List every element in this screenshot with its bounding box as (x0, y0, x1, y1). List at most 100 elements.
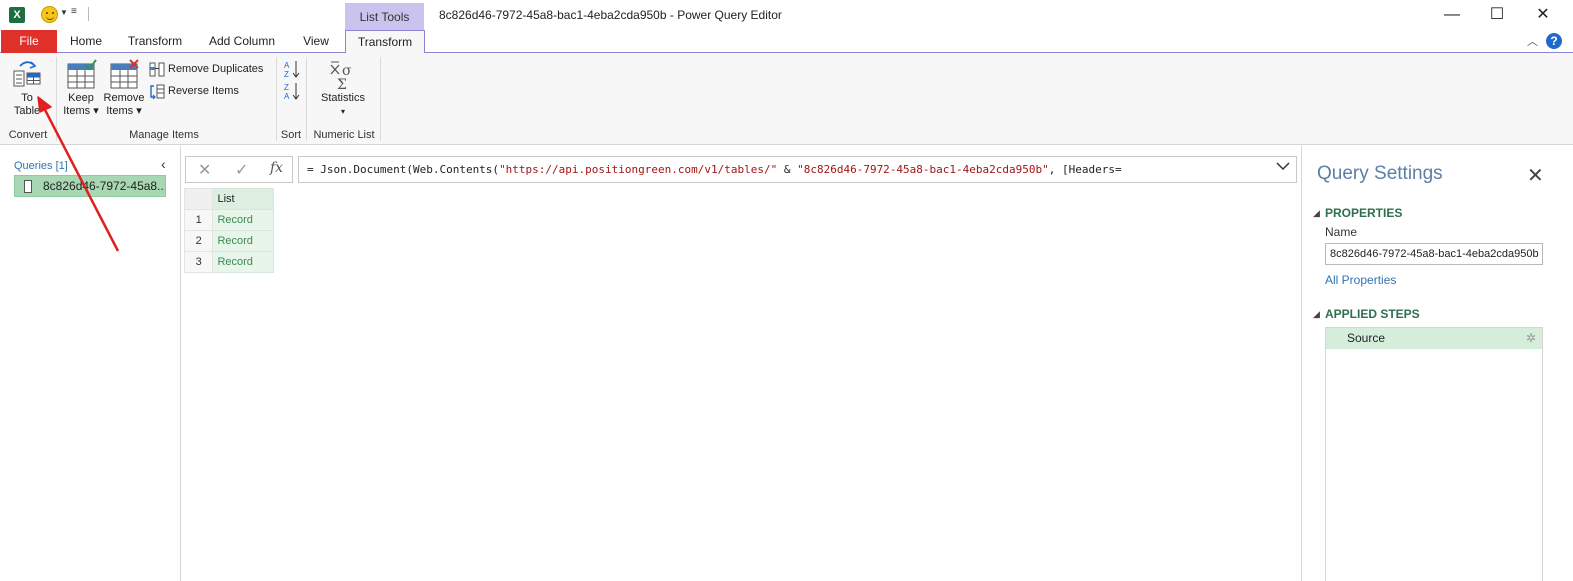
gear-icon[interactable]: ✲ (1526, 328, 1536, 349)
smiley-dropdown-icon[interactable]: ▼ (60, 8, 68, 17)
step-source[interactable]: Source ✲ (1326, 328, 1542, 349)
data-grid: List 1 Record 2 Record 3 Record (183, 188, 274, 273)
tab-file[interactable]: File (1, 30, 57, 53)
group-label-sort: Sort (280, 129, 302, 141)
window-title: 8c826d46-7972-45a8-bac1-4eba2cda950b - P… (439, 8, 782, 22)
svg-text:A: A (284, 92, 290, 101)
statistics-dropdown-icon: ▾ (340, 107, 345, 116)
statistics-button[interactable]: σ Σ Statistics ▾ (316, 59, 370, 118)
remove-items-button[interactable]: Remove Items ▾ (102, 59, 146, 118)
remove-items-label-2: Items ▾ (106, 105, 142, 117)
tab-view[interactable]: View (294, 30, 338, 53)
reverse-items-label: Reverse Items (168, 85, 239, 97)
list-query-icon (24, 180, 32, 193)
confirm-formula-icon[interactable]: ✓ (235, 160, 248, 180)
properties-section-title: PROPERTIES (1325, 206, 1403, 220)
title-bar: X ▼ ≡ List Tools 8c826d46-7972-45a8-bac1… (0, 0, 1573, 31)
queries-pane: Queries [1] ‹ 8c826d46-7972-45a8... (0, 146, 181, 581)
remove-duplicates-button[interactable]: Remove Duplicates (149, 60, 263, 78)
remove-duplicates-icon (149, 62, 165, 77)
queries-header: Queries [1] (14, 160, 68, 172)
query-item[interactable]: 8c826d46-7972-45a8... (14, 175, 166, 197)
svg-text:Z: Z (284, 83, 289, 92)
formula-text: , [Headers= (1048, 163, 1122, 176)
tab-add-column[interactable]: Add Column (201, 30, 283, 53)
collapse-properties-icon[interactable]: ◢ (1313, 208, 1320, 219)
formula-text: & (777, 163, 798, 176)
tab-list-transform[interactable]: Transform (345, 30, 425, 54)
context-tab-list-tools: List Tools (345, 3, 424, 31)
statistics-icon: σ Σ (330, 61, 352, 89)
collapse-queries-icon[interactable]: ‹ (161, 156, 166, 172)
svg-text:A: A (284, 61, 290, 70)
all-properties-link[interactable]: All Properties (1325, 273, 1396, 287)
excel-icon[interactable]: X (9, 7, 25, 23)
query-item-label: 8c826d46-7972-45a8... (43, 179, 166, 193)
group-separator (306, 57, 307, 141)
statistics-label: Statistics (320, 92, 365, 104)
maximize-button[interactable]: ☐ (1482, 5, 1512, 25)
keep-items-label-2: Items ▾ (63, 105, 99, 117)
query-name-input[interactable]: 8c826d46-7972-45a8-bac1-4eba2cda950b (1325, 243, 1543, 265)
keep-items-icon (67, 59, 97, 89)
keep-items-button[interactable]: Keep Items ▾ (60, 59, 102, 118)
sort-descending-button[interactable]: Z A (283, 81, 303, 101)
record-cell[interactable]: Record (212, 251, 274, 273)
cancel-formula-icon[interactable]: ✕ (198, 160, 211, 180)
group-label-numeric-list: Numeric List (313, 129, 375, 141)
group-separator (380, 57, 381, 141)
applied-steps-title: APPLIED STEPS (1325, 307, 1420, 321)
formula-controls: ✕ ✓ fx (185, 156, 293, 183)
formula-id: "8c826d46-7972-45a8-bac1-4eba2cda950b" (797, 163, 1049, 176)
sort-ascending-button[interactable]: A Z (283, 59, 303, 79)
minimize-button[interactable]: — (1437, 5, 1467, 25)
remove-items-label-1: Remove (103, 92, 145, 104)
ribbon-tabs: File Home Transform Add Column View Tran… (0, 30, 1573, 54)
to-table-label-2: Table (13, 105, 41, 117)
help-icon[interactable]: ? (1546, 33, 1562, 49)
record-cell[interactable]: Record (212, 209, 274, 231)
group-separator (276, 57, 277, 141)
to-table-icon (13, 61, 41, 87)
formula-input[interactable]: = Json.Document(Web.Contents("https://ap… (298, 156, 1297, 183)
collapse-applied-steps-icon[interactable]: ◢ (1313, 309, 1320, 320)
remove-items-icon (110, 59, 139, 89)
row-number[interactable]: 2 (183, 230, 214, 252)
query-settings-pane: Query Settings ✕ ◢ PROPERTIES Name 8c826… (1301, 146, 1573, 581)
collapse-ribbon-icon[interactable]: ︿ (1527, 33, 1538, 49)
customize-quick-access-icon[interactable]: ≡ (71, 6, 77, 17)
sort-descending-icon: Z A (284, 83, 300, 101)
record-cell[interactable]: Record (212, 230, 274, 252)
reverse-items-button[interactable]: Reverse Items (149, 82, 239, 100)
formula-text: = Json.Document(Web.Contents( (307, 163, 500, 176)
reverse-items-icon (150, 84, 165, 99)
group-label-manage-items: Manage Items (129, 129, 199, 141)
quick-access-separator (88, 7, 89, 21)
to-table-button[interactable]: To Table (6, 59, 48, 118)
to-table-label-1: To (21, 92, 33, 104)
svg-text:Z: Z (284, 70, 289, 79)
tab-home[interactable]: Home (62, 30, 110, 53)
remove-duplicates-label: Remove Duplicates (168, 63, 264, 75)
name-label: Name (1325, 225, 1358, 239)
row-number[interactable]: 1 (183, 209, 214, 231)
svg-text:Σ: Σ (337, 77, 347, 89)
step-label: Source (1347, 331, 1386, 345)
fx-icon[interactable]: fx (270, 160, 283, 176)
sort-ascending-icon: A Z (284, 61, 300, 79)
table-row: 2 Record (183, 230, 274, 252)
keep-items-label-1: Keep (68, 92, 94, 104)
grid-corner[interactable] (183, 188, 214, 210)
close-button[interactable]: ✕ (1528, 5, 1558, 25)
column-header-list[interactable]: List (212, 188, 274, 210)
table-row: 1 Record (183, 209, 274, 231)
smiley-feedback-icon[interactable] (41, 6, 58, 23)
query-settings-title: Query Settings (1317, 163, 1443, 184)
expand-formula-icon[interactable] (1276, 160, 1290, 174)
close-settings-icon[interactable]: ✕ (1527, 163, 1544, 188)
group-label-convert: Convert (8, 129, 48, 141)
tab-transform[interactable]: Transform (120, 30, 190, 53)
row-number[interactable]: 3 (183, 251, 214, 273)
group-separator (56, 57, 57, 141)
ribbon: To Table Convert Keep Items ▾ Remove Ite… (0, 53, 1573, 145)
